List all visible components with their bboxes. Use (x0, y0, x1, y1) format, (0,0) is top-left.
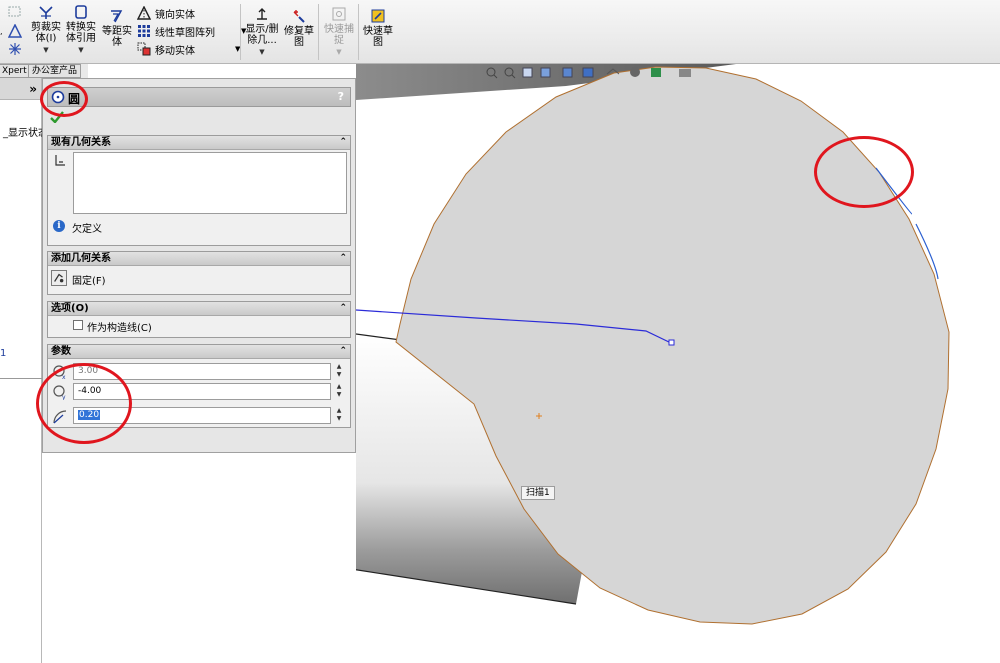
chevron-left-icon[interactable]: , (0, 26, 6, 36)
repair-label: 修复草 图 (284, 26, 314, 48)
zoom-to-fit-icon[interactable] (486, 67, 498, 79)
existing-relations-title: 现有几何关系 (51, 137, 111, 148)
ribbon-separator (318, 4, 319, 60)
mirror-entities-button[interactable]: 镜向实体 (137, 5, 195, 21)
offset-entities-button[interactable]: 等距实 体 (100, 8, 134, 48)
task-tabs: Xpert 办公室产品 (0, 64, 88, 78)
dropdown-arrow-icon[interactable]: ▼ (30, 45, 62, 56)
help-button[interactable]: ? (338, 90, 344, 103)
radius-spinner[interactable]: ▲ ▼ (333, 407, 345, 424)
scene-icon[interactable] (651, 68, 661, 77)
trim-entities-button[interactable]: 剪裁实 体(I) ▼ (30, 4, 62, 56)
options-header[interactable]: 选项(O) ⌃ (48, 302, 350, 316)
show-delete-relations-button[interactable]: 显示/删 除几... ▼ (244, 6, 280, 58)
quick-snap-label: 快速捕 捉 (324, 24, 354, 46)
add-relations-group: 添加几何关系 ⌃ 固定(F) (47, 251, 351, 295)
options-title: 选项(O) (51, 303, 89, 314)
sweep-feature-label[interactable]: 扫描1 (521, 486, 555, 500)
add-relations-title: 添加几何关系 (51, 253, 111, 264)
ribbon-separator (240, 4, 241, 60)
view-orientation-icon[interactable] (562, 67, 573, 78)
under-defined-status: 欠定义 (72, 224, 102, 235)
repair-sketch-button[interactable]: 修复草 图 (284, 8, 314, 48)
section-view-icon[interactable] (540, 67, 551, 78)
sketch-tool-icon[interactable] (8, 6, 22, 18)
tree-marker: 1 (0, 348, 7, 359)
appearance-icon[interactable] (630, 67, 640, 77)
path-endpoint[interactable] (668, 339, 675, 346)
fixed-relation-icon[interactable] (51, 270, 67, 286)
annotation-circle-parameters (36, 363, 132, 444)
mirror-icon (137, 6, 151, 20)
existing-relations-header[interactable]: 现有几何关系 ⌃ (48, 136, 350, 150)
construction-label: 作为构造线(C) (87, 323, 152, 334)
convert-icon (75, 5, 87, 19)
quick-snap-icon (332, 7, 346, 21)
quick-snap-button[interactable]: 快速捕 捉 ▼ (322, 6, 356, 58)
repair-sketch-icon (293, 10, 305, 23)
mirror-label: 镜向实体 (155, 9, 195, 21)
linear-pattern-button[interactable]: 线性草图阵列 ▼ (137, 23, 246, 39)
parameters-title: 参数 (51, 346, 71, 357)
point-star-icon[interactable] (8, 42, 22, 56)
rapid-sketch-icon (371, 9, 385, 23)
show-delete-label: 显示/删 除几... (245, 24, 279, 46)
collapse-icon[interactable]: ⌃ (339, 345, 347, 358)
collapse-icon[interactable]: ⌃ (339, 302, 347, 315)
linear-pattern-label: 线性草图阵列 (155, 27, 215, 39)
center-x-spinner[interactable]: ▲ ▼ (333, 363, 345, 380)
feature-tree-pane: » _显示状态 1 (0, 78, 48, 663)
dropdown-arrow-icon[interactable]: ▼ (64, 45, 98, 56)
move-label: 移动实体 (155, 45, 195, 57)
hide-show-icon[interactable] (606, 68, 620, 75)
zoom-area-icon[interactable] (504, 67, 516, 79)
collapse-icon[interactable]: ⌃ (339, 252, 347, 265)
convert-label: 转换实 体引用 (66, 22, 96, 44)
convert-entities-button[interactable]: 转换实 体引用 ▼ (64, 4, 98, 56)
annotation-circle-title (40, 81, 88, 117)
linear-pattern-icon (138, 25, 150, 37)
triangle-icon[interactable] (8, 24, 22, 38)
annotation-circle-face-edge (814, 136, 914, 208)
dropdown-arrow-icon[interactable]: ▼ (322, 47, 356, 58)
move-entities-button[interactable]: 移动实体 ▼ (137, 41, 240, 57)
view-settings-icon[interactable] (679, 69, 691, 77)
heads-up-view-toolbar[interactable] (485, 66, 721, 80)
display-style-icon[interactable] (582, 67, 594, 78)
command-ribbon: , 剪裁实 体(I) ▼ 转换实 体引用 ▼ 等距实 体 镜向实体 线性草图阵列… (0, 0, 1000, 64)
center-y-spinner[interactable]: ▲ ▼ (333, 383, 345, 400)
trim-label: 剪裁实 体(I) (31, 22, 61, 44)
relation-icon (55, 155, 65, 166)
tab-xpert[interactable]: Xpert (0, 64, 31, 78)
collapse-icon[interactable]: ⌃ (339, 136, 347, 149)
rapid-sketch-button[interactable]: 快速草 图 (362, 8, 394, 48)
dropdown-arrow-icon[interactable]: ▼ (244, 47, 280, 58)
show-relations-icon (257, 8, 267, 20)
tree-divider (0, 378, 42, 379)
existing-relations-list[interactable] (73, 152, 347, 214)
existing-relations-group: 现有几何关系 ⌃ i 欠定义 (47, 135, 351, 246)
parameters-header[interactable]: 参数 ⌃ (48, 345, 350, 359)
construction-checkbox[interactable] (73, 320, 83, 330)
fixed-relation-button[interactable]: 固定(F) (72, 272, 106, 287)
options-group: 选项(O) ⌃ 作为构造线(C) (47, 301, 351, 338)
trim-icon (39, 6, 53, 19)
tab-office-products[interactable]: 办公室产品 (28, 64, 82, 78)
small-tools-column: , (0, 4, 22, 60)
previous-view-icon[interactable] (522, 67, 533, 78)
svg-text:,: , (0, 27, 3, 36)
graphics-area[interactable]: 扫描1 (356, 64, 1000, 663)
offset-icon (111, 10, 123, 23)
offset-label: 等距实 体 (102, 26, 132, 48)
property-manager-title-bar: 圆 ? (47, 87, 351, 107)
info-icon: i (53, 220, 65, 232)
add-relations-header[interactable]: 添加几何关系 ⌃ (48, 252, 350, 266)
move-icon (137, 42, 151, 56)
ribbon-separator (358, 4, 359, 60)
rapid-sketch-label: 快速草 图 (363, 26, 393, 48)
tree-expand-button[interactable]: » (0, 78, 41, 100)
